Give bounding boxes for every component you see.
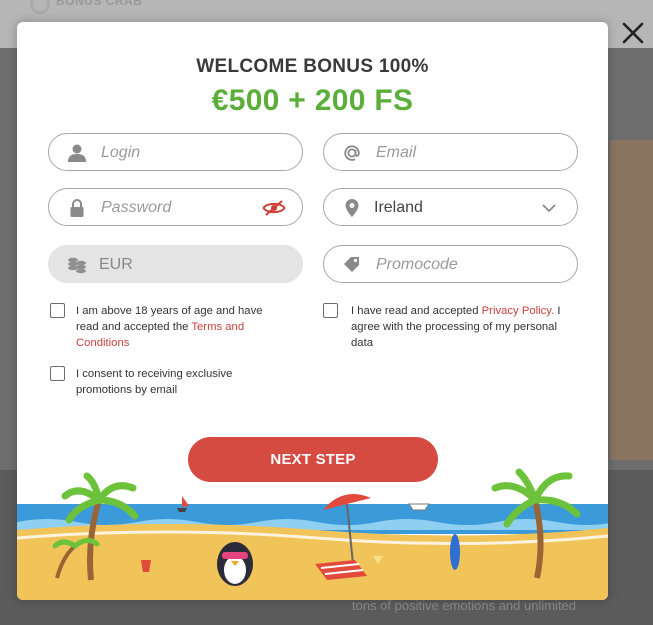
sailboat-sail [182, 496, 189, 507]
background-text: tons of positive emotions and unlimited [352, 598, 577, 613]
close-button[interactable] [620, 20, 646, 46]
at-sign-icon [344, 145, 360, 161]
promocode-field[interactable] [323, 245, 578, 284]
surfboard [450, 534, 460, 570]
country-select[interactable]: Ireland [323, 188, 578, 226]
privacy-text-before: I have read and accepted [351, 305, 482, 317]
brand-label: BONUS CRAB [56, 0, 143, 8]
eye-hidden-icon[interactable] [262, 199, 286, 217]
login-input[interactable] [99, 134, 273, 172]
modal-title: WELCOME BONUS 100% [196, 56, 429, 77]
chevron-down-icon [542, 204, 556, 213]
currency-field: EUR [48, 245, 303, 283]
user-icon [68, 144, 86, 162]
login-field[interactable] [48, 133, 303, 172]
coins-icon [68, 257, 86, 274]
bonus-amount: €500 + 200 FS [211, 84, 414, 117]
registration-modal: WELCOME BONUS 100% €500 + 200 FS Login E… [17, 22, 608, 600]
tag-icon [344, 257, 359, 272]
age-terms-checkbox[interactable] [50, 303, 65, 318]
boat [408, 503, 430, 511]
privacy-checkbox[interactable] [323, 303, 338, 318]
privacy-label: I have read and accepted Privacy Policy.… [351, 303, 566, 351]
currency-value: EUR [99, 256, 133, 273]
beach-illustration [17, 468, 608, 600]
background-promo-card [610, 140, 653, 460]
email-field[interactable] [323, 133, 578, 172]
sand [17, 524, 608, 600]
password-input[interactable] [99, 189, 273, 227]
penguin-belly [224, 556, 246, 584]
age-terms-label: I am above 18 years of age and have read… [76, 303, 286, 351]
lock-icon [70, 199, 84, 217]
promotions-checkbox[interactable] [50, 366, 65, 381]
country-value: Ireland [374, 199, 423, 216]
privacy-policy-link[interactable]: Privacy Policy. [482, 305, 555, 317]
promocode-input[interactable] [374, 246, 548, 284]
promotions-label: I consent to receiving exclusive promoti… [76, 368, 233, 396]
penguin-sunglasses [222, 552, 248, 559]
email-input[interactable] [374, 134, 548, 172]
password-field[interactable] [48, 188, 303, 227]
close-icon [622, 22, 644, 44]
location-pin-icon [345, 199, 359, 217]
